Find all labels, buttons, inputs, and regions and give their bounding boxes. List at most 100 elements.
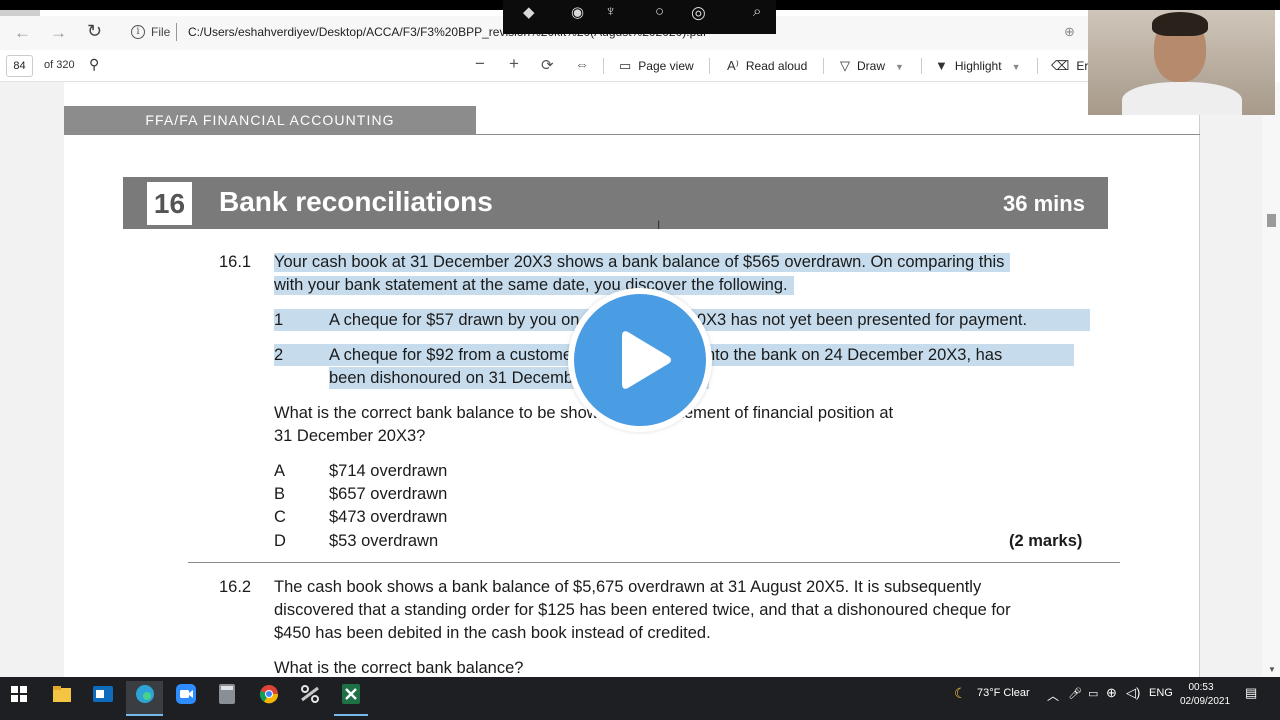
header-rule: [476, 134, 1200, 135]
chapter-number: 16: [147, 182, 192, 225]
toolbar-separator: [1037, 58, 1038, 74]
clock-date: 02/09/2021: [1180, 696, 1231, 707]
play-button[interactable]: [568, 288, 712, 432]
page-count: of 320: [44, 59, 75, 71]
item-number: 1: [274, 311, 284, 329]
scroll-down-icon[interactable]: ▼: [1268, 665, 1276, 674]
presenter-hair: [1152, 12, 1208, 36]
question-text: Your cash book at 31 December 20X3 shows…: [274, 253, 1011, 272]
spiral-icon[interactable]: ◎: [691, 3, 706, 23]
back-icon[interactable]: ←: [14, 23, 31, 43]
option-text: $657 overdrawn: [329, 485, 448, 503]
running-header: FFA/FA FINANCIAL ACCOUNTING: [64, 106, 476, 135]
eye-icon[interactable]: ◆: [523, 3, 535, 21]
question-text: The cash book shows a bank balance of $5…: [274, 578, 982, 596]
toolbar-separator: [921, 58, 922, 74]
chevron-down-icon[interactable]: ▼: [895, 62, 904, 72]
notification-icon[interactable]: ▤: [1245, 685, 1257, 701]
volume-icon[interactable]: ◁): [1126, 685, 1140, 701]
file-label: File: [151, 25, 171, 39]
weather-icon: ☾: [954, 685, 967, 701]
question-text: with your bank statement at the same dat…: [274, 276, 794, 295]
power-icon[interactable]: ○: [655, 3, 664, 20]
search-icon[interactable]: ⚲: [89, 56, 99, 73]
page-view-button[interactable]: ▭ Page view: [619, 58, 694, 74]
highlight-icon: ▼: [935, 58, 948, 73]
toolbar-separator: [603, 58, 604, 74]
page-view-icon: ▭: [619, 58, 632, 73]
webcam-video: [1088, 10, 1275, 115]
page-view-label: Page view: [638, 59, 694, 73]
scrollbar-thumb[interactable]: [1267, 214, 1276, 227]
erase-icon: ⌫: [1051, 58, 1070, 73]
chapter-title: Bank reconciliations: [219, 186, 493, 217]
windows-icon[interactable]: [11, 686, 27, 702]
reload-icon[interactable]: ↻: [87, 21, 102, 42]
active-indicator: [126, 714, 163, 716]
highlight-button[interactable]: ▼ Highlight ▼: [935, 58, 1021, 73]
question-number: 16.1: [219, 253, 252, 271]
draw-label: Draw: [857, 59, 886, 73]
address-separator: [176, 23, 177, 41]
file-explorer-icon[interactable]: [52, 685, 72, 703]
zoom-in-icon[interactable]: +: [509, 54, 519, 74]
item-number: 2: [274, 346, 284, 364]
info-icon[interactable]: i: [131, 25, 145, 39]
chevron-down-icon[interactable]: ▼: [1012, 62, 1021, 72]
toolbar-separator: [709, 58, 710, 74]
microphone-icon[interactable]: 🎤︎: [1068, 687, 1082, 700]
option-letter: C: [274, 508, 286, 526]
fit-icon[interactable]: ⇔: [575, 56, 589, 72]
forward-icon[interactable]: →: [50, 23, 67, 43]
page-number-input[interactable]: 84: [6, 55, 33, 77]
zoom-icon[interactable]: ⊕: [1064, 24, 1075, 40]
toolbar-separator: [823, 58, 824, 74]
clock-time: 00:53: [1188, 682, 1214, 693]
snipping-tool-icon[interactable]: [300, 684, 320, 704]
microphone-icon[interactable]: ♆: [605, 3, 616, 20]
edge-icon: [136, 685, 154, 703]
highlight-label: Highlight: [954, 59, 1002, 73]
weather-text[interactable]: 73°F Clear: [977, 687, 1030, 699]
question-divider: [188, 562, 1120, 563]
network-icon[interactable]: ⊕: [1106, 685, 1117, 701]
record-icon[interactable]: ◉: [571, 3, 584, 21]
rotate-icon[interactable]: ⟳: [541, 56, 554, 74]
calculator-icon[interactable]: [218, 684, 236, 704]
zoom-app-icon[interactable]: [176, 684, 196, 704]
pdf-toolbar: 84 of 320 ⚲ − + ⟳ ⇔ ▭ Page view A⁾ Read al…: [0, 50, 1095, 82]
marks-label: (2 marks): [1009, 532, 1083, 550]
option-letter: D: [274, 532, 286, 550]
outlook-icon[interactable]: [93, 684, 113, 704]
option-letter: A: [274, 462, 286, 480]
presenter-shirt: [1122, 82, 1242, 115]
question-prompt: What is the correct bank balance?: [274, 659, 524, 677]
option-text: $53 overdrawn: [329, 532, 439, 550]
option-text: $473 overdrawn: [329, 508, 448, 526]
scrollbar[interactable]: [1262, 82, 1280, 677]
play-icon: [622, 331, 671, 389]
excel-icon[interactable]: [342, 684, 360, 704]
clock[interactable]: 00:53 02/09/2021: [1180, 681, 1231, 709]
option-text: $714 overdrawn: [329, 462, 448, 480]
chevron-up-icon[interactable]: ︿: [1047, 687, 1059, 704]
zoom-out-icon[interactable]: −: [475, 54, 485, 74]
question-number: 16.2: [219, 578, 252, 596]
active-indicator: [334, 714, 368, 716]
chapter-time: 36 mins: [1003, 191, 1085, 216]
question-prompt: 31 December 20X3?: [274, 427, 426, 445]
search-icon[interactable]: ⌕: [753, 3, 761, 20]
draw-button[interactable]: ▽ Draw ▼: [840, 58, 904, 74]
text-cursor-icon: I: [657, 218, 661, 232]
read-aloud-button[interactable]: A⁾ Read aloud: [727, 58, 807, 74]
question-text: discovered that a standing order for $12…: [274, 601, 1011, 619]
chrome-icon[interactable]: [259, 684, 279, 704]
language-indicator[interactable]: ENG: [1149, 687, 1173, 699]
read-aloud-label: Read aloud: [745, 59, 808, 73]
battery-icon[interactable]: ▭: [1088, 687, 1098, 700]
player-controls-overlay: ◆ ◉ ♆ ○ ◎ ⌕: [503, 0, 776, 34]
draw-icon: ▽: [840, 58, 850, 73]
read-aloud-icon: A⁾: [727, 58, 739, 73]
option-letter: B: [274, 485, 286, 503]
question-text: $450 has been debited in the cash book i…: [274, 624, 711, 642]
